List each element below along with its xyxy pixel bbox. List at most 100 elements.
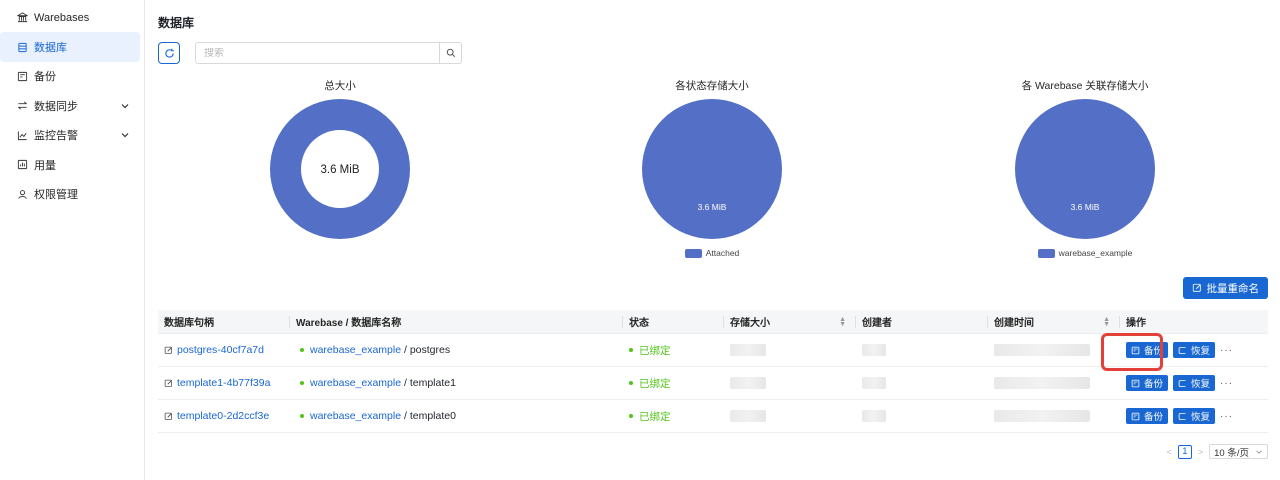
pie-slice-label: 3.6 MiB <box>698 202 727 212</box>
column-header-created-time[interactable]: 创建时间 ▲ ▼ <box>988 310 1120 334</box>
next-page-icon[interactable]: > <box>1198 447 1203 457</box>
edit-icon[interactable] <box>164 346 173 355</box>
status-badge: 已绑定 <box>639 344 671 357</box>
database-handle-link[interactable]: postgres-40cf7a7d <box>177 344 264 356</box>
chart-legend[interactable]: warebase_example <box>985 248 1185 258</box>
restore-button[interactable]: 恢复 <box>1173 342 1216 358</box>
table-row: template0-2d2ccf3e warebase_example / te… <box>158 400 1268 433</box>
column-header-actions: 操作 <box>1126 318 1146 329</box>
usage-icon <box>16 159 28 171</box>
pie-slice-warebase[interactable] <box>1015 99 1155 239</box>
redacted-created-time <box>994 410 1090 422</box>
edit-icon <box>1192 283 1201 292</box>
chevron-down-icon <box>1256 449 1262 454</box>
status-dot <box>300 381 304 385</box>
search-box <box>195 42 462 64</box>
column-header-status: 状态 <box>623 310 724 334</box>
sidebar: Warebases 数据库 备份 数据同步 监控告警 用量 权限管理 <box>0 0 145 480</box>
sidebar-item-label: Warebases <box>34 11 90 24</box>
database-table: 数据库句柄 Warebase / 数据库名称 状态 存储大小 ▲ ▼ 创建者 创建时… <box>158 310 1268 433</box>
database-handle-link[interactable]: template0-2d2ccf3e <box>177 410 269 422</box>
restore-icon <box>1178 412 1186 420</box>
status-badge: 已绑定 <box>639 410 671 423</box>
status-dot <box>629 348 633 352</box>
database-icon <box>16 41 28 53</box>
sidebar-item-monitoring[interactable]: 监控告警 <box>0 121 144 150</box>
batch-rename-label: 批量重命名 <box>1206 282 1260 295</box>
database-name: / template1 <box>403 377 456 389</box>
status-dot <box>300 414 304 418</box>
sidebar-item-label: 备份 <box>34 71 56 84</box>
backup-icon <box>1131 379 1140 387</box>
user-icon <box>16 188 28 200</box>
warebase-link[interactable]: warebase_example <box>310 410 401 422</box>
refresh-icon <box>164 48 174 58</box>
search-input[interactable] <box>196 47 439 59</box>
chevron-down-icon[interactable] <box>120 130 130 140</box>
backup-icon <box>16 70 28 82</box>
page-number[interactable]: 1 <box>1177 444 1192 459</box>
sort-icon[interactable]: ▲ ▼ <box>1103 316 1110 328</box>
column-header-size[interactable]: 存储大小 ▲ ▼ <box>724 310 856 334</box>
edit-icon[interactable] <box>164 379 173 388</box>
highlight-box <box>1101 333 1163 371</box>
sidebar-item-usage[interactable]: 用量 <box>0 150 144 179</box>
sidebar-item-backup[interactable]: 备份 <box>0 62 144 91</box>
restore-button[interactable]: 恢复 <box>1173 375 1216 391</box>
backup-button[interactable]: 备份 <box>1126 375 1169 391</box>
sort-icon[interactable]: ▲ ▼ <box>839 316 846 328</box>
warebase-link[interactable]: warebase_example <box>310 377 401 389</box>
chart-title: 各状态存储大小 <box>675 80 749 92</box>
chevron-down-icon[interactable] <box>120 101 130 111</box>
pie-slice-attached[interactable] <box>642 99 782 239</box>
legend-label: warebase_example <box>1058 248 1133 258</box>
chart-title: 各 Warebase 关联存储大小 <box>1021 80 1149 92</box>
restore-button[interactable]: 恢复 <box>1173 408 1216 424</box>
sidebar-item-data-sync[interactable]: 数据同步 <box>0 91 144 120</box>
sync-icon <box>16 100 28 112</box>
status-dot <box>629 414 633 418</box>
more-actions-button[interactable]: ··· <box>1220 345 1233 356</box>
database-name: / template0 <box>403 410 456 422</box>
main-content: 数据库 总大小 3.6 MiB 各状态存储大小 3.6 MiB <box>145 0 1280 480</box>
pagination: < 1 > 10 条/页 <box>1167 444 1268 459</box>
restore-icon <box>1178 379 1186 387</box>
pie-chart: 3.6 MiB <box>642 99 782 239</box>
chart-line-icon <box>16 129 28 141</box>
more-actions-button[interactable]: ··· <box>1220 378 1233 389</box>
donut-center-label: 3.6 MiB <box>321 164 360 176</box>
edit-icon[interactable] <box>164 412 173 421</box>
sidebar-item-label: 数据同步 <box>34 100 78 113</box>
search-button[interactable] <box>439 43 461 63</box>
sidebar-item-label: 数据库 <box>34 42 67 55</box>
prev-page-icon[interactable]: < <box>1167 447 1172 457</box>
redacted-created-time <box>994 344 1090 356</box>
batch-rename-button[interactable]: 批量重命名 <box>1182 277 1268 299</box>
page-title: 数据库 <box>158 16 195 30</box>
sidebar-item-warebases[interactable]: Warebases <box>0 3 144 32</box>
backup-button[interactable]: 备份 <box>1126 408 1169 424</box>
column-header-creator: 创建者 <box>856 310 988 334</box>
redacted-creator <box>862 377 886 389</box>
pie-slice-label: 3.6 MiB <box>1071 202 1100 212</box>
table-header: 数据库句柄 Warebase / 数据库名称 状态 存储大小 ▲ ▼ 创建者 创建时… <box>158 310 1268 334</box>
search-icon <box>446 48 455 58</box>
status-dot <box>300 348 304 352</box>
sidebar-item-permissions[interactable]: 权限管理 <box>0 179 144 208</box>
status-dot <box>629 381 633 385</box>
legend-label: Attached <box>705 248 740 258</box>
sidebar-item-label: 监控告警 <box>34 130 78 143</box>
bank-icon <box>16 12 28 24</box>
column-header-handle: 数据库句柄 <box>158 310 290 334</box>
warebase-link[interactable]: warebase_example <box>310 344 401 356</box>
restore-icon <box>1178 346 1186 354</box>
database-handle-link[interactable]: template1-4b77f39a <box>177 377 270 389</box>
more-actions-button[interactable]: ··· <box>1220 411 1233 422</box>
chart-total-size: 总大小 3.6 MiB <box>240 78 440 242</box>
sidebar-item-database[interactable]: 数据库 <box>0 32 140 62</box>
refresh-button[interactable] <box>158 42 180 64</box>
table-row: template1-4b77f39a warebase_example / te… <box>158 367 1268 400</box>
chart-legend[interactable]: Attached <box>612 248 812 258</box>
page-size-select[interactable]: 10 条/页 <box>1209 444 1268 459</box>
redacted-created-time <box>994 377 1090 389</box>
